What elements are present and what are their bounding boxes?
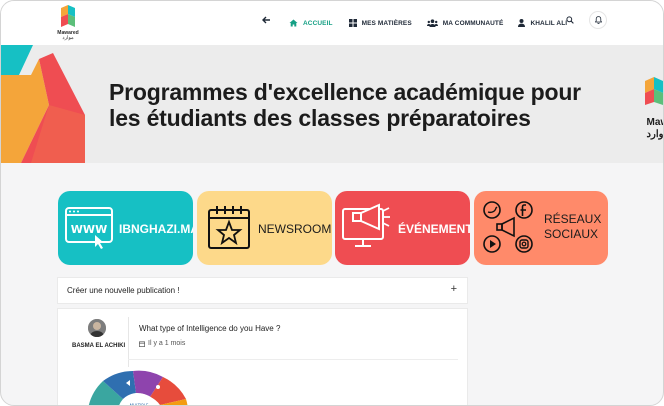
banner-brand-line-1: Maw — [646, 117, 663, 128]
post-time: Il y a 1 mois — [139, 340, 185, 347]
banner-title-line-1: Programmes d'excellence académique pour — [109, 79, 581, 105]
svg-text:WWW: WWW — [71, 223, 107, 236]
calendar-icon — [139, 340, 145, 347]
tile-newsroom[interactable]: NEWSROOM — [197, 191, 332, 265]
banner-brand-line-2: وارد– — [646, 129, 663, 140]
tile-label-sociaux: SOCIAUX — [544, 227, 599, 241]
add-post-plus-icon[interactable]: + — [451, 283, 457, 295]
tile-reseaux-sociaux[interactable]: RÉSEAUX SOCIAUX — [474, 191, 608, 265]
banner-title: Programmes d'excellence académique pour … — [109, 79, 581, 131]
banner-decoration-shape — [1, 45, 85, 163]
banner-title-line-2: les étudiants des classes préparatoires — [109, 105, 531, 131]
nav-label-accueil: ACCUEIL — [303, 19, 333, 27]
logo-subtitle: موارد — [62, 35, 74, 41]
banner-logo-mark-icon — [645, 77, 663, 105]
tile-label-ibnghazi: IBNGHAZI.MA — [119, 222, 193, 236]
social-networks-icon — [483, 201, 533, 253]
post-title[interactable]: What type of Intelligence do you Have ? — [139, 324, 280, 333]
nav-label-profile: KHALIL ALI — [530, 19, 568, 27]
nav-label-mes-matieres: MES MATIÈRES — [361, 19, 412, 27]
nav-item-ma-communaute[interactable]: MA COMMUNAUTÉ — [426, 19, 504, 27]
post-author-name[interactable]: BASMA EL ACHIKI — [72, 343, 125, 349]
tile-ibnghazi[interactable]: WWW IBNGHAZI.MA — [58, 191, 193, 265]
author-avatar[interactable] — [88, 319, 106, 337]
grid-icon — [348, 19, 357, 27]
main-nav: ACCUEIL MES MATIÈRES MA COMMUNAUTÉ KHALI… — [289, 1, 567, 45]
post-separator — [128, 359, 458, 360]
mawared-logo[interactable]: Mawared موارد — [53, 4, 83, 42]
top-navigation-bar: Mawared موارد ACCUEIL MES MATIÈRES MA CO… — [1, 1, 663, 45]
tile-label-evenement: ÉVÉNEMENT — [398, 222, 470, 236]
post-image-intelligence-wheel[interactable]: MULTIPLE — [78, 369, 198, 406]
logo-mark-icon — [61, 5, 75, 27]
tile-evenement[interactable]: ÉVÉNEMENT — [335, 191, 470, 265]
home-icon — [289, 19, 298, 27]
create-post-bar[interactable]: Créer une nouvelle publication ! + — [57, 277, 468, 304]
notifications-bell-icon[interactable] — [589, 11, 607, 29]
hero-banner: Programmes d'excellence académique pour … — [1, 45, 663, 163]
create-post-label: Créer une nouvelle publication ! — [67, 286, 180, 295]
app-frame: Mawared موارد ACCUEIL MES MATIÈRES MA CO… — [0, 0, 664, 406]
tile-label-reseaux-sociaux: RÉSEAUX SOCIAUX — [544, 212, 601, 242]
calendar-star-icon — [208, 206, 250, 249]
tile-label-newsroom: NEWSROOM — [258, 222, 332, 236]
megaphone-screen-icon — [342, 203, 390, 247]
search-icon[interactable] — [564, 14, 576, 26]
user-icon — [518, 19, 526, 27]
back-arrow-icon[interactable] — [259, 13, 273, 27]
www-browser-icon: WWW — [65, 207, 113, 249]
users-icon — [426, 19, 438, 27]
post-card: BASMA EL ACHIKI What type of Intelligenc… — [57, 308, 468, 406]
tile-label-reseaux: RÉSEAUX — [544, 212, 602, 226]
nav-item-accueil[interactable]: ACCUEIL — [289, 19, 333, 27]
banner-brand-text: Maw وارد– — [647, 117, 663, 141]
nav-item-profile[interactable]: KHALIL ALI — [518, 19, 567, 27]
nav-item-mes-matieres[interactable]: MES MATIÈRES — [348, 19, 412, 27]
post-time-label: Il y a 1 mois — [148, 340, 186, 347]
nav-label-ma-communaute: MA COMMUNAUTÉ — [442, 19, 504, 27]
